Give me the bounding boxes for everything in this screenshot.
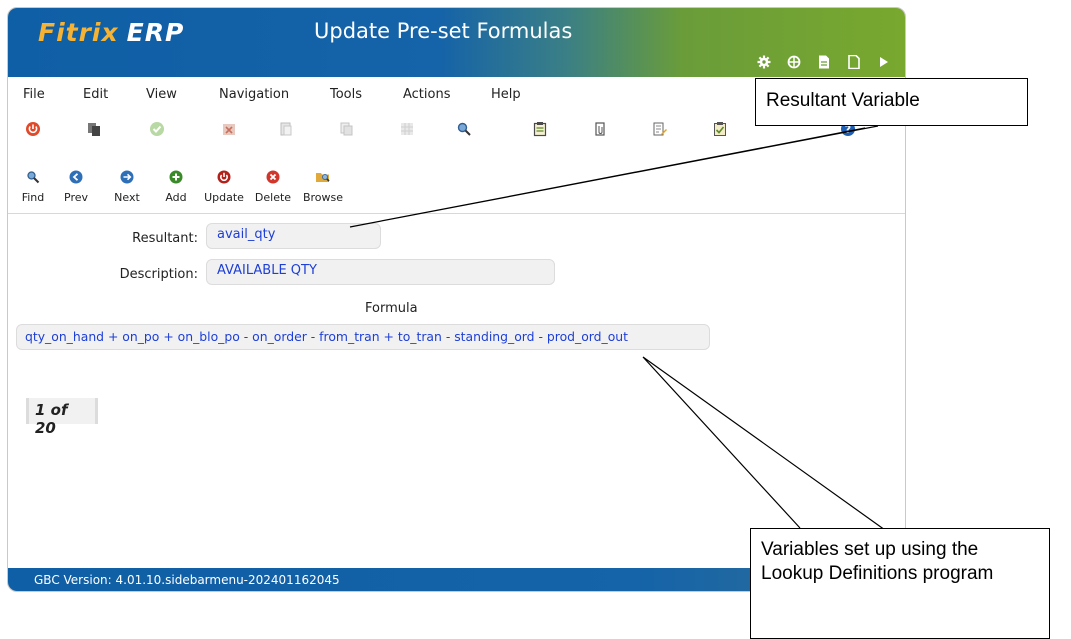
menu-navigation[interactable]: Navigation bbox=[219, 87, 289, 102]
find-label: Find bbox=[21, 191, 45, 204]
page-title: Update Pre-set Formulas bbox=[314, 19, 573, 43]
menu-help[interactable]: Help bbox=[491, 87, 521, 102]
update-button[interactable]: Update bbox=[199, 169, 249, 204]
add-label: Add bbox=[165, 191, 187, 204]
attach-icon[interactable] bbox=[587, 116, 613, 142]
description-field[interactable]: AVAILABLE QTY bbox=[206, 259, 555, 285]
paste-icon[interactable] bbox=[273, 116, 299, 142]
new-page-icon[interactable] bbox=[839, 52, 869, 72]
add-button[interactable]: Add bbox=[151, 169, 201, 204]
browse-label: Browse bbox=[302, 191, 344, 204]
next-label: Next bbox=[114, 191, 140, 204]
header-icon-bar bbox=[749, 52, 899, 72]
document-icon[interactable] bbox=[809, 52, 839, 72]
logo: Fitrix ERP bbox=[38, 18, 184, 47]
next-button[interactable]: Next bbox=[102, 169, 152, 204]
logo-erp: ERP bbox=[126, 18, 185, 47]
resultant-field[interactable]: avail_qty bbox=[206, 223, 381, 249]
variables-callout: Variables set up using the Lookup Defini… bbox=[750, 528, 1050, 639]
logo-brand: Fitrix bbox=[38, 18, 119, 47]
next-icon bbox=[119, 169, 135, 185]
app-header: Fitrix ERP Update Pre-set Formulas bbox=[8, 8, 905, 77]
delete-icon bbox=[265, 169, 281, 185]
cancel-icon[interactable] bbox=[216, 116, 242, 142]
update-icon bbox=[216, 169, 232, 185]
menu-edit[interactable]: Edit bbox=[83, 87, 108, 102]
menu-view[interactable]: View bbox=[146, 87, 177, 102]
browse-button[interactable]: Browse bbox=[298, 169, 348, 204]
check-icon[interactable] bbox=[144, 116, 170, 142]
update-label: Update bbox=[204, 191, 244, 204]
edit-doc-icon[interactable] bbox=[647, 116, 673, 142]
delete-label: Delete bbox=[254, 191, 292, 204]
zoom-icon[interactable] bbox=[451, 116, 477, 142]
menu-actions[interactable]: Actions bbox=[403, 87, 451, 102]
resultant-callout: Resultant Variable bbox=[755, 78, 1028, 126]
description-label: Description: bbox=[119, 267, 198, 282]
prev-label: Prev bbox=[64, 191, 88, 204]
duplicate-icon[interactable] bbox=[333, 116, 359, 142]
gear-icon[interactable] bbox=[749, 52, 779, 72]
prev-icon bbox=[68, 169, 84, 185]
checklist-icon[interactable] bbox=[707, 116, 733, 142]
menu-file[interactable]: File bbox=[23, 87, 45, 102]
power-icon[interactable] bbox=[20, 116, 46, 142]
grid-icon[interactable] bbox=[394, 116, 420, 142]
browse-icon bbox=[315, 169, 331, 185]
play-icon[interactable] bbox=[869, 52, 899, 72]
prev-button[interactable]: Prev bbox=[51, 169, 101, 204]
delete-button[interactable]: Delete bbox=[248, 169, 298, 204]
record-count: 1 of 20 bbox=[26, 398, 98, 437]
resultant-label: Resultant: bbox=[132, 231, 198, 246]
notes-icon[interactable] bbox=[527, 116, 553, 142]
formula-field[interactable]: qty_on_hand + on_po + on_blo_po - on_ord… bbox=[16, 324, 710, 350]
action-toolbar: Find Prev Next Add Update Delete Browse bbox=[8, 169, 905, 214]
add-icon bbox=[168, 169, 184, 185]
find-icon bbox=[25, 169, 41, 185]
formula-label: Formula bbox=[365, 301, 418, 316]
copy-icon[interactable] bbox=[81, 116, 107, 142]
toolbar-divider bbox=[8, 213, 905, 214]
globe-icon[interactable] bbox=[779, 52, 809, 72]
menu-tools[interactable]: Tools bbox=[330, 87, 362, 102]
